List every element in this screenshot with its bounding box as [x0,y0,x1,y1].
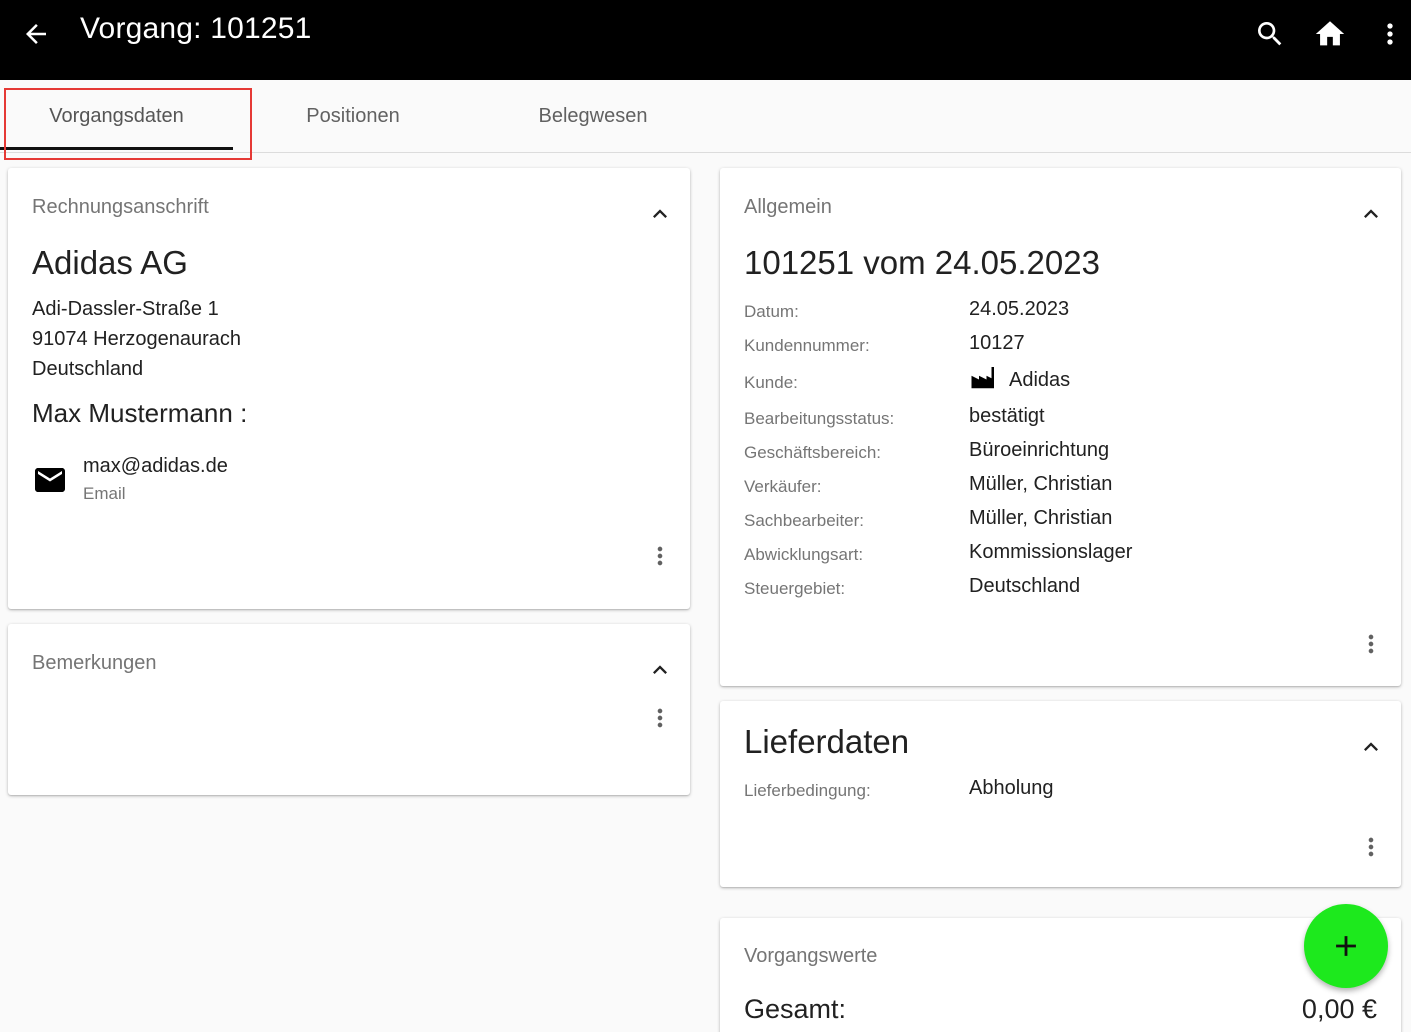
back-button[interactable] [16,14,56,54]
remarks-section-label: Bemerkungen [32,652,157,674]
total-value: 0,00 € [1301,994,1377,1024]
billing-section-label: Rechnungsanschrift [32,196,209,218]
general-heading: 101251 vom 24.05.2023 [744,244,1100,281]
remarks-card: Bemerkungen [8,624,690,795]
field-row: Verkäufer: Müller, Christian [744,469,1384,503]
chevron-up-icon [653,209,667,218]
tab-label: Belegwesen [538,104,648,127]
more-vert-icon [657,708,663,728]
field-value: 10127 [969,332,1025,354]
home-icon [1315,21,1345,46]
total-label: Gesamt: [744,994,847,1024]
search-icon [1258,22,1282,46]
field-value: Abholung [969,777,1054,799]
tab-vorgangsdaten[interactable]: Vorgangsdaten [0,80,233,152]
general-more-button[interactable] [1355,624,1387,664]
billing-collapse-button[interactable] [644,198,676,230]
more-vert-icon [1368,634,1374,654]
arrow-back-icon [26,24,46,44]
email-icon [35,468,65,492]
chevron-up-icon [1364,209,1378,218]
app-bar: Vorgang: 101251 [0,0,1411,80]
field-label: Kunde: [744,373,798,392]
billing-more-button[interactable] [644,536,676,576]
field-row: Datum: 24.05.2023 [744,294,1384,328]
field-value: Müller, Christian [969,507,1113,529]
more-vert-icon [657,546,663,566]
address-street: Adi-Dassler-Straße 1 [32,298,219,320]
contact-email-label: Email [83,484,126,503]
contact-email[interactable]: max@adidas.de [83,455,228,478]
tab-label: Vorgangsdaten [49,104,184,127]
delivery-more-button[interactable] [1355,827,1387,867]
customer-link[interactable]: Adidas [969,366,1071,392]
field-value: Deutschland [969,575,1081,597]
page-title: Vorgang: 101251 [80,12,312,45]
values-section-label: Vorgangswerte [744,945,878,967]
overflow-menu-button[interactable] [1368,12,1411,56]
field-value: 24.05.2023 [969,298,1070,320]
field-label: Verkäufer: [744,477,822,496]
tab-positionen[interactable]: Positionen [253,80,453,152]
field-label: Geschäftsbereich: [744,443,882,462]
more-vert-icon [1368,837,1374,857]
company-name: Adidas AG [32,244,188,281]
chevron-up-icon [1364,742,1378,751]
address-city: 91074 Herzogenaurach [32,328,242,350]
tab-belegwesen[interactable]: Belegwesen [493,80,693,152]
customer-name: Adidas [1009,369,1071,391]
chevron-up-icon [653,665,667,674]
add-fab-button[interactable] [1304,904,1388,988]
field-row: Sachbearbeiter: Müller, Christian [744,503,1384,537]
billing-address-card: Rechnungsanschrift Adidas AG Adi-Dassler… [8,168,690,609]
field-row: Abwicklungsart: Kommissionslager [744,537,1384,571]
field-label: Kundennummer: [744,336,870,355]
field-label: Datum: [744,302,799,321]
delivery-collapse-button[interactable] [1355,731,1387,763]
more-vert-icon [1387,23,1393,45]
general-collapse-button[interactable] [1355,198,1387,230]
field-label: Sachbearbeiter: [744,511,865,530]
field-value: Büroeinrichtung [969,439,1110,461]
field-row: Bearbeitungsstatus: bestätigt [744,401,1384,435]
field-row: Kunde: Adidas [744,365,1384,399]
field-value: bestätigt [969,405,1045,427]
remarks-more-button[interactable] [644,698,676,738]
field-label: Steuergebiet: [744,579,846,598]
field-label: Lieferbedingung: [744,781,871,800]
tab-label: Positionen [306,104,400,127]
general-card: Allgemein 101251 vom 24.05.2023 Datum: 2… [720,168,1401,686]
field-value: Kommissionslager [969,541,1133,563]
field-row: Kundennummer: 10127 [744,328,1384,362]
email-icon-wrap [32,462,68,503]
remarks-collapse-button[interactable] [644,654,676,686]
delivery-section-label: Lieferdaten [744,723,910,760]
address-country: Deutschland [32,358,144,380]
tab-indicator [0,147,233,150]
field-row: Geschäftsbereich: Büroeinrichtung [744,435,1384,469]
field-row: Steuergebiet: Deutschland [744,571,1384,605]
home-button[interactable] [1308,12,1352,56]
values-card: Vorgangswerte Gesamt: 0,00 € [720,918,1401,1032]
field-label: Abwicklungsart: [744,545,864,564]
general-section-label: Allgemein [744,196,832,218]
field-row: Lieferbedingung: Abholung [744,773,1384,807]
contact-name: Max Mustermann : [32,398,248,428]
tab-bar: Vorgangsdaten Positionen Belegwesen [0,80,1411,153]
field-label: Bearbeitungsstatus: [744,409,895,428]
delivery-card: Lieferdaten Lieferbedingung: Abholung [720,701,1401,887]
factory-icon [971,366,994,388]
search-button[interactable] [1248,12,1292,56]
add-icon [1336,936,1356,956]
field-value: Müller, Christian [969,473,1113,495]
